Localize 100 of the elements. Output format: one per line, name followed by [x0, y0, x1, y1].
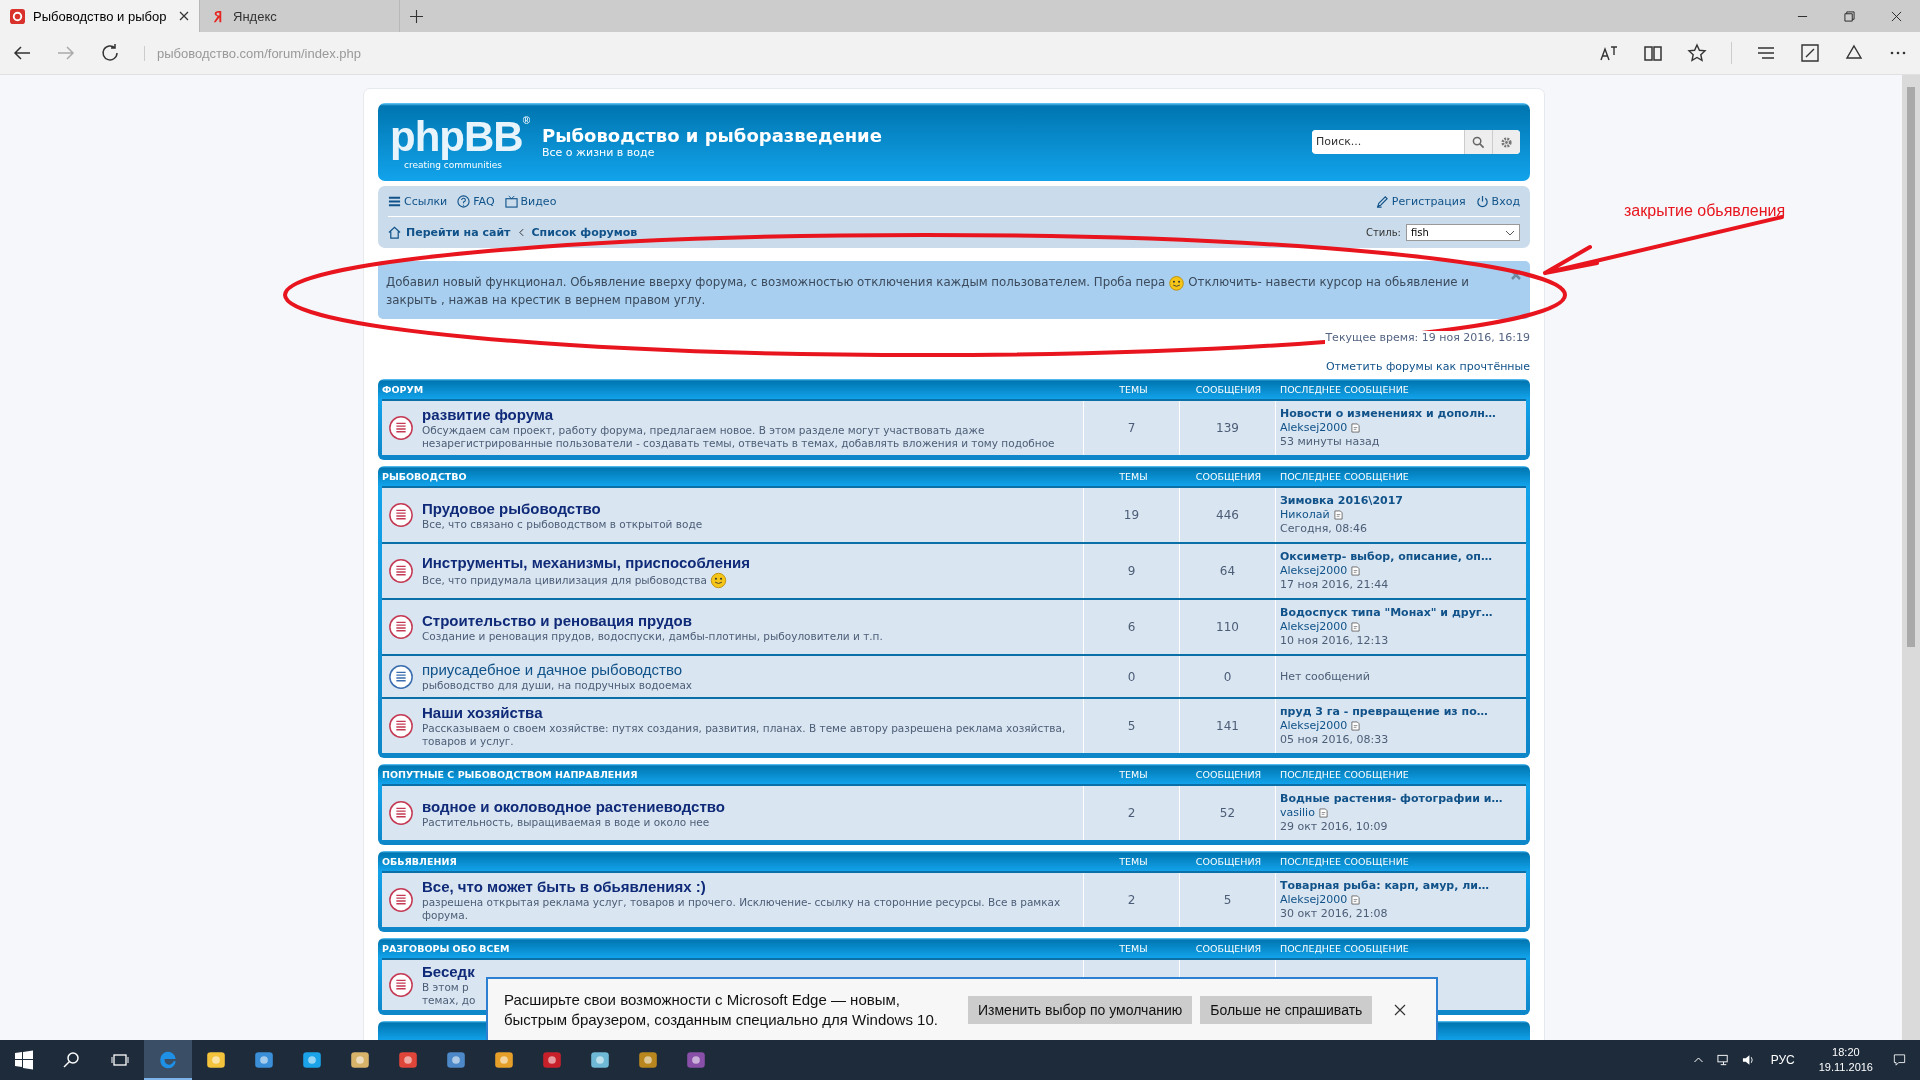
site-subtitle: Все о жизни в воде — [542, 146, 656, 159]
column-header: ТЕМЫ — [1118, 383, 1149, 395]
section-title[interactable]: ФОРУМ — [382, 383, 1086, 395]
site-title: Рыбоводство и рыборазведение — [542, 125, 882, 146]
posts-count: 141 — [1216, 719, 1239, 733]
column-header: ПОСЛЕДНЕЕ СООБЩЕНИЕ — [1279, 768, 1410, 780]
author-link[interactable]: vasilio — [1280, 806, 1315, 820]
forum-title-link[interactable]: Прудовое рыбоводство — [422, 499, 703, 518]
breadcrumb-link[interactable]: Перейти на сайт — [406, 226, 511, 239]
forum-description: Все, что связано с рыбоводством в открытой воде — [422, 517, 703, 531]
author-link[interactable]: Aleksej2000 — [1280, 620, 1348, 634]
author-link[interactable]: Aleksej2000 — [1280, 719, 1348, 733]
section-title[interactable]: ПОПУТНЫЕ С РЫБОВОДСТВОМ НАПРАВЛЕНИЯ — [382, 768, 1086, 780]
notification-text: Расширьте свои возможности с Microsoft Edge — новым, быстрым браузером, созданным специально для Windows 10. — [504, 989, 939, 1030]
column-header: ТЕМЫ — [1118, 855, 1149, 867]
column-header: ПОСЛЕДНЕЕ СООБЩЕНИЕ — [1279, 855, 1410, 867]
author-link[interactable]: Aleksej2000 — [1280, 421, 1348, 435]
last-post-time: 05 ноя 2016, 08:33 — [1280, 733, 1389, 747]
posts-count: 52 — [1219, 806, 1236, 820]
last-post-time: 29 окт 2016, 10:09 — [1280, 820, 1388, 834]
forum-title-link[interactable]: развитие форума — [422, 406, 1077, 424]
last-post-time: 17 ноя 2016, 21:44 — [1280, 578, 1389, 592]
topics-count: 7 — [1127, 421, 1136, 435]
last-post-time: Сегодня, 08:46 — [1280, 522, 1368, 536]
forum-description: разрешена открытая реклама услуг, товаров и прочего. Исключение- ссылку на сторонние ресурсы. Все в рамках форума. — [422, 896, 1062, 922]
posts-count: 5 — [1223, 893, 1232, 907]
section-title[interactable]: РАЗГОВОРЫ ОБО ВСЕМ — [382, 942, 1086, 954]
topics-count: 5 — [1127, 719, 1136, 733]
last-post-time: 10 ноя 2016, 12:13 — [1280, 634, 1389, 648]
clock-date[interactable]: 19.11.2016 — [1818, 1060, 1873, 1075]
last-post-link[interactable]: Товарная рыба: карп, амур, ли… — [1280, 879, 1489, 893]
clock-time[interactable]: 18:20 — [1832, 1045, 1860, 1060]
topics-count: 19 — [1123, 508, 1140, 522]
forum-title-link[interactable]: Строительство и реновация прудов — [422, 611, 883, 630]
mark-read-link[interactable]: Отметить форумы как прочтённые — [1325, 360, 1530, 373]
topics-count: 2 — [1127, 806, 1136, 820]
topics-count: 2 — [1127, 893, 1136, 907]
no-posts-text: Нет сообщений — [1280, 669, 1370, 684]
posts-count: 64 — [1219, 564, 1236, 578]
announcement-text: закрыть , нажав на крестик в вернем правом углу. — [386, 292, 706, 309]
forum-description: Рассказываем о своем хозяйстве: путях создания, развития, планах. В теме автору разрешена реклама хозяйства, товаров и услуг. — [422, 722, 1067, 748]
forum-description: Растительность, выращиваемая в воде и около нее — [422, 815, 710, 829]
author-link[interactable]: Aleksej2000 — [1280, 893, 1348, 907]
topics-count: 9 — [1127, 564, 1136, 578]
style-label: Стиль: — [1366, 227, 1401, 238]
last-post-link[interactable]: Водные растения- фотографии и… — [1280, 792, 1503, 806]
last-post-link[interactable]: Водоспуск типа "Монах" и друг… — [1280, 606, 1493, 620]
forum-title-link[interactable]: Наши хозяйства — [422, 704, 1077, 722]
search-field[interactable]: Поиск... — [1312, 130, 1520, 154]
column-header: ТЕМЫ — [1118, 768, 1149, 780]
column-header: ТЕМЫ — [1118, 942, 1149, 954]
nav-link[interactable]: Регистрация — [1375, 194, 1466, 208]
last-post-link[interactable]: пруд 3 га - превращение из по… — [1280, 705, 1488, 719]
author-link[interactable]: Николай — [1280, 508, 1330, 522]
column-header: ПОСЛЕДНЕЕ СООБЩЕНИЕ — [1279, 470, 1410, 482]
last-post-link[interactable]: Оксиметр- выбор, описание, оп… — [1280, 550, 1492, 564]
column-header: ПОСЛЕДНЕЕ СООБЩЕНИЕ — [1279, 942, 1410, 954]
nav-link[interactable]: Видео — [504, 194, 557, 208]
last-post-link[interactable]: Зимовка 2016\2017 — [1280, 494, 1403, 508]
last-post-link[interactable]: Новости о изменениях и дополн… — [1280, 407, 1496, 421]
forum-description: Создание и реновация прудов, водоспуски, дамбы-плотины, рыбоуловители и т.п. — [422, 629, 883, 643]
notification-button[interactable]: Больше не спрашивать — [1200, 995, 1373, 1024]
nav-link[interactable]: FAQ — [457, 194, 495, 208]
logo[interactable]: phpBB$^{®}$ — [390, 113, 530, 160]
column-header: СООБЩЕНИЯ — [1194, 768, 1263, 780]
topics-count: 6 — [1127, 620, 1136, 634]
last-post-time: 30 окт 2016, 21:08 — [1280, 907, 1388, 921]
forum-description: Обсуждаем сам проект, работу форума, предлагаем новое. В этом разделе могут участвовать даже незарегистрированные пользователи - создавать темы, отвечать в темах, добавлять вложения и тому подобное — [422, 424, 1056, 450]
nav-link[interactable]: Ссылки — [388, 194, 448, 208]
forum-description: В этом р темах, до — [422, 981, 476, 1007]
nav-link[interactable]: Вход — [1475, 194, 1520, 208]
section-title[interactable]: ОБЬЯВЛЕНИЯ — [382, 855, 1086, 867]
posts-count: 0 — [1223, 669, 1232, 684]
current-time: Текущее время: 19 ноя 2016, 16:19 — [1325, 331, 1530, 344]
breadcrumb-link[interactable]: Список форумов — [531, 226, 638, 239]
announcement-text: Отключить- навести курсор на обьявление и — [1188, 274, 1470, 291]
style-select[interactable]: fish — [1406, 224, 1520, 241]
column-header: СООБЩЕНИЯ — [1194, 942, 1263, 954]
language-indicator[interactable]: РУС — [1770, 1053, 1795, 1067]
forum-title-link[interactable]: приусадебное и дачное рыбоводство — [422, 661, 693, 679]
notification-button[interactable]: Изменить выбор по умолчанию — [968, 995, 1193, 1024]
logo-tagline: creating communities — [404, 159, 502, 171]
column-header: ТЕМЫ — [1118, 470, 1149, 482]
forum-title-link[interactable]: водное и околоводное растениеводство — [422, 797, 725, 816]
announcement-text: Добавил новый функционал. Обьявление вверху форума, с возможностью отключения каждым пользователем. Проба пера — [386, 274, 1166, 291]
browser-tab[interactable]: Рыбоводство и рыбор — [0, 0, 200, 32]
author-link[interactable]: Aleksej2000 — [1280, 564, 1348, 578]
posts-count: 446 — [1216, 508, 1239, 522]
section-title[interactable]: РЫБОВОДСТВО — [382, 470, 1086, 482]
column-header: СООБЩЕНИЯ — [1194, 855, 1263, 867]
forum-description: Все, что придумала цивилизация для рыбоводства — [422, 573, 707, 587]
topics-count: 0 — [1127, 669, 1136, 684]
forum-title-link[interactable]: Беседк — [422, 963, 476, 981]
column-header: ПОСЛЕДНЕЕ СООБЩЕНИЕ — [1279, 383, 1410, 395]
forum-description: рыбоводство для души, на подручных водоемах — [422, 679, 693, 692]
forum-title-link[interactable]: Все, что может быть в обьявлениях :) — [422, 878, 1077, 896]
column-header: СООБЩЕНИЯ — [1194, 470, 1263, 482]
posts-count: 139 — [1216, 421, 1239, 435]
posts-count: 110 — [1216, 620, 1239, 634]
forum-title-link[interactable]: Инструменты, механизмы, приспособления — [422, 553, 751, 572]
